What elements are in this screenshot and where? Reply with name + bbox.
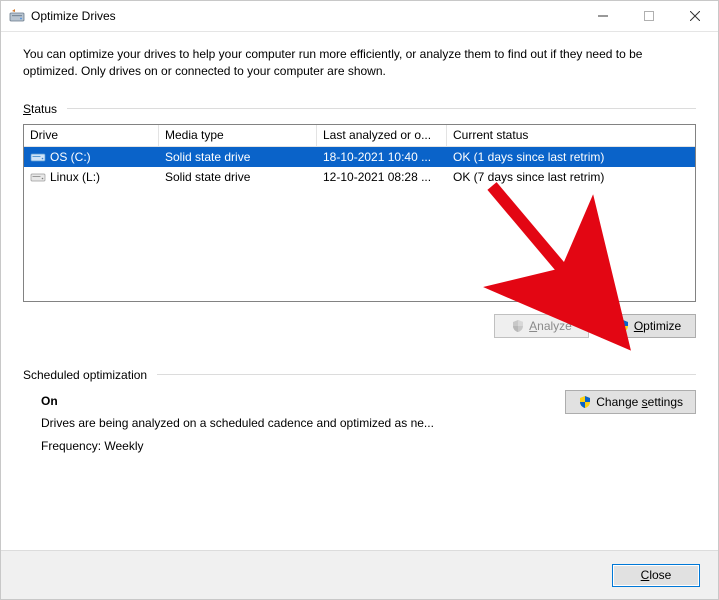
column-header-drive[interactable]: Drive: [24, 125, 159, 147]
shield-icon: [616, 319, 630, 333]
change-settings-button[interactable]: Change settings: [565, 390, 696, 414]
list-header[interactable]: Drive Media type Last analyzed or o... C…: [24, 125, 695, 147]
table-row[interactable]: Linux (L:) Solid state drive 12-10-2021 …: [24, 167, 695, 187]
table-row[interactable]: OS (C:) Solid state drive 18-10-2021 10:…: [24, 147, 695, 167]
media-type: Solid state drive: [159, 148, 317, 166]
status-section-label: Status: [23, 102, 696, 116]
close-window-button[interactable]: [672, 1, 718, 31]
schedule-frequency: Frequency: Weekly: [41, 435, 565, 458]
drives-list[interactable]: Drive Media type Last analyzed or o... C…: [23, 124, 696, 302]
description-text: You can optimize your drives to help you…: [23, 46, 696, 80]
app-icon: [9, 8, 25, 24]
scheduled-section-label: Scheduled optimization: [23, 368, 696, 382]
maximize-button[interactable]: [626, 1, 672, 31]
close-button[interactable]: Close: [612, 564, 700, 587]
drive-icon: [30, 171, 46, 183]
optimize-button[interactable]: Optimize: [601, 314, 696, 338]
schedule-description: Drives are being analyzed on a scheduled…: [41, 412, 565, 435]
titlebar: Optimize Drives: [1, 1, 718, 32]
column-header-last[interactable]: Last analyzed or o...: [317, 125, 447, 147]
drive-name: OS (C:): [50, 150, 91, 164]
last-analyzed: 12-10-2021 08:28 ...: [317, 168, 447, 186]
current-status: OK (7 days since last retrim): [447, 168, 695, 186]
column-header-status[interactable]: Current status: [447, 125, 695, 147]
analyze-button: Analyze: [494, 314, 589, 338]
last-analyzed: 18-10-2021 10:40 ...: [317, 148, 447, 166]
current-status: OK (1 days since last retrim): [447, 148, 695, 166]
schedule-status: On: [41, 390, 565, 413]
window-title: Optimize Drives: [31, 9, 116, 23]
minimize-button[interactable]: [580, 1, 626, 31]
shield-icon: [511, 319, 525, 333]
bottom-bar: Close: [1, 550, 718, 599]
schedule-info: On Drives are being analyzed on a schedu…: [23, 390, 565, 458]
action-buttons: Analyze Optimize: [23, 314, 696, 338]
optimize-drives-window: Optimize Drives You can optimize your dr…: [0, 0, 719, 600]
drive-icon: [30, 151, 46, 163]
shield-icon: [578, 395, 592, 409]
drive-name: Linux (L:): [50, 170, 100, 184]
column-header-media[interactable]: Media type: [159, 125, 317, 147]
media-type: Solid state drive: [159, 168, 317, 186]
